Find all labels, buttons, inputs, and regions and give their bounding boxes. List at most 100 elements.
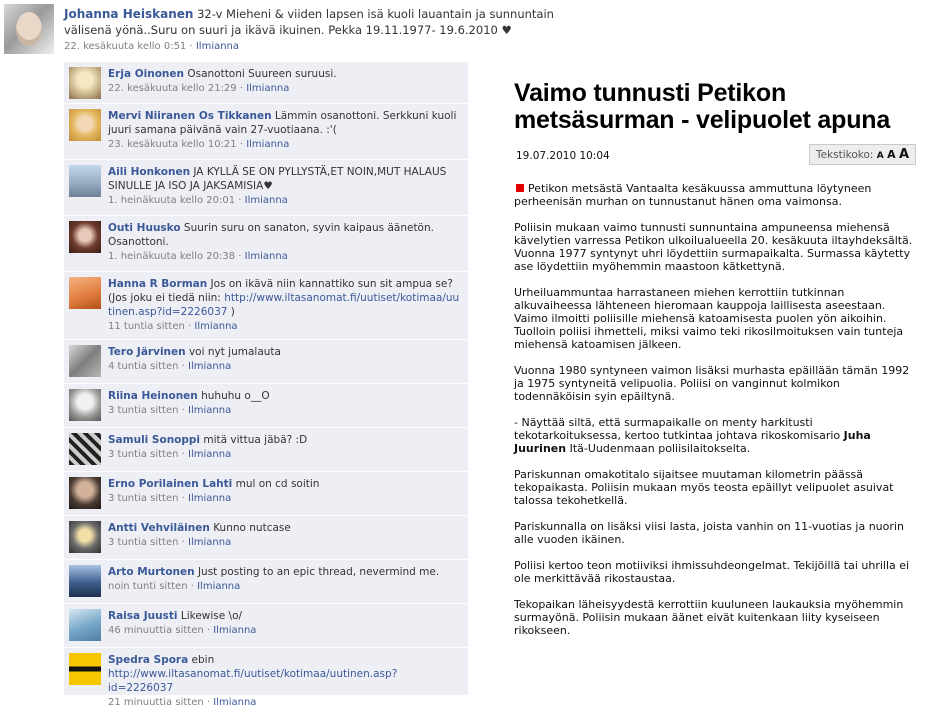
report-link[interactable]: Ilmianna xyxy=(188,449,231,460)
comment-author-link[interactable]: Riina Heinonen xyxy=(108,390,198,402)
report-link[interactable]: Ilmianna xyxy=(196,41,239,52)
comment-text-block: Antti Vehviläinen Kunno nutcase xyxy=(108,521,462,535)
status-author-link[interactable]: Johanna Heiskanen xyxy=(64,7,193,21)
comment-avatar[interactable] xyxy=(69,433,101,465)
comment-meta: 3 tuntia sitten · Ilmianna xyxy=(108,537,232,548)
comment-avatar[interactable] xyxy=(69,565,101,597)
report-link[interactable]: Ilmianna xyxy=(213,697,256,708)
comment-avatar[interactable] xyxy=(69,653,101,685)
comment-text: huhuhu o__O xyxy=(201,390,270,402)
comment-author-link[interactable]: Tero Järvinen xyxy=(108,346,186,358)
article-paragraph-text: Petikon metsästä Vantaalta kesäkuussa am… xyxy=(514,182,872,208)
comment-text-block: Aili Honkonen JA KYLLÄ SE ON PYLLYSTÄ,ET… xyxy=(108,165,462,193)
comment-author-link[interactable]: Erja Oinonen xyxy=(108,68,184,80)
comment-avatar[interactable] xyxy=(69,477,101,509)
comment-time: 46 minuuttia sitten xyxy=(108,625,204,636)
comment-text-block: Riina Heinonen huhuhu o__O xyxy=(108,389,462,403)
report-link[interactable]: Ilmianna xyxy=(245,195,288,206)
text-size-control: Tekstikoko: A A A xyxy=(808,144,916,165)
comment-item: Aili Honkonen JA KYLLÄ SE ON PYLLYSTÄ,ET… xyxy=(64,160,468,216)
comment-author-link[interactable]: Samuli Sonoppi xyxy=(108,434,200,446)
comment-meta: 11 tuntia sitten · Ilmianna xyxy=(108,321,238,332)
comment-item: Raisa Juusti Likewise \o/ 46 minuuttia s… xyxy=(64,604,468,648)
text-size-medium-button[interactable]: A xyxy=(887,148,896,161)
report-link[interactable]: Ilmianna xyxy=(188,493,231,504)
comment-author-link[interactable]: Outi Huusko xyxy=(108,222,181,234)
avatar[interactable] xyxy=(4,4,54,54)
comment-text: voi nyt jumalauta xyxy=(188,346,281,358)
comment-text: Likewise \o/ xyxy=(180,610,243,622)
comment-text-tail: ) xyxy=(230,306,235,318)
comment-text-block: Samuli Sonoppi mitä vittua jäbä? :D xyxy=(108,433,462,447)
comment-author-link[interactable]: Spedra Spora xyxy=(108,654,188,666)
comment-time: 21 minuuttia sitten xyxy=(108,697,204,708)
comment-avatar[interactable] xyxy=(69,109,101,141)
report-link[interactable]: Ilmianna xyxy=(246,83,289,94)
report-link[interactable]: Ilmianna xyxy=(213,625,256,636)
comment-time: 11 tuntia sitten xyxy=(108,321,185,332)
comment-author-link[interactable]: Aili Honkonen xyxy=(108,166,190,178)
comment-time: 1. heinäkuuta kello 20:01 xyxy=(108,195,236,206)
comment-text-block: Erno Porilainen Lahti mul on cd soitin xyxy=(108,477,462,491)
comment-time: 3 tuntia sitten xyxy=(108,405,179,416)
comment-item: Arto Murtonen Just posting to an epic th… xyxy=(64,560,468,604)
comment-avatar[interactable] xyxy=(69,277,101,309)
article-link[interactable]: http://www.iltasanomat.fi/uutiset/kotima… xyxy=(108,668,397,694)
comment-avatar[interactable] xyxy=(69,165,101,197)
report-link[interactable]: Ilmianna xyxy=(194,321,237,332)
comment-item: Riina Heinonen huhuhu o__O 3 tuntia sitt… xyxy=(64,384,468,428)
comment-time: noin tunti sitten xyxy=(108,581,188,592)
report-link[interactable]: Ilmianna xyxy=(246,139,289,150)
report-link[interactable]: Ilmianna xyxy=(188,537,231,548)
comment-meta: 23. kesäkuuta kello 10:21 · Ilmianna xyxy=(108,139,290,150)
report-link[interactable]: Ilmianna xyxy=(197,581,240,592)
comment-avatar[interactable] xyxy=(69,67,101,99)
comment-author-link[interactable]: Mervi Niiranen Os Tikkanen xyxy=(108,110,272,122)
text-size-large-button[interactable]: A xyxy=(899,147,909,162)
article-paragraph: Poliisin mukaan vaimo tunnusti sunnuntai… xyxy=(514,221,913,273)
comment-text-block: Erja Oinonen Osanottoni Suureen suruusi. xyxy=(108,67,462,81)
report-link[interactable]: Ilmianna xyxy=(245,251,288,262)
comment-text: mul on cd soitin xyxy=(235,478,320,490)
comment-item: Samuli Sonoppi mitä vittua jäbä? :D 3 tu… xyxy=(64,428,468,472)
comment-avatar[interactable] xyxy=(69,221,101,253)
status-body: Johanna Heiskanen 32-v Mieheni & viiden … xyxy=(64,6,564,55)
comment-avatar[interactable] xyxy=(69,521,101,553)
comment-meta: 4 tuntia sitten · Ilmianna xyxy=(108,361,232,372)
comment-text-block: Hanna R Borman Jos on ikävä niin kannatt… xyxy=(108,277,462,319)
article-paragraph: Petikon metsästä Vantaalta kesäkuussa am… xyxy=(514,182,916,208)
comment-meta: 21 minuuttia sitten · Ilmianna xyxy=(108,697,257,708)
article-paragraph: Pariskunnan omakotitalo sijaitsee muutam… xyxy=(514,468,894,507)
comment-author-link[interactable]: Erno Porilainen Lahti xyxy=(108,478,232,490)
comment-author-link[interactable]: Hanna R Borman xyxy=(108,278,207,290)
comment-item: Spedra Spora ebin http://www.iltasanomat.… xyxy=(64,648,468,708)
comment-meta: 22. kesäkuuta kello 21:29 · Ilmianna xyxy=(108,83,290,94)
comment-time: 22. kesäkuuta kello 21:29 xyxy=(108,83,237,94)
comment-meta: 3 tuntia sitten · Ilmianna xyxy=(108,493,232,504)
article-paragraph-text: Itä-Uudenmaan poliisilaitokselta. xyxy=(569,442,751,455)
comment-text-block: Mervi Niiranen Os Tikkanen Lämmin osanot… xyxy=(108,109,462,137)
news-article: Vaimo tunnusti Petikon metsäsurman - vel… xyxy=(514,80,916,650)
article-paragraph: Vuonna 1980 syntyneen vaimon lisäksi mur… xyxy=(514,364,910,403)
article-paragraph: Tekopaikan läheisyydestä kerrottiin kuul… xyxy=(514,598,904,637)
report-link[interactable]: Ilmianna xyxy=(188,361,231,372)
comment-avatar[interactable] xyxy=(69,609,101,641)
comment-text-block: Tero Järvinen voi nyt jumalauta xyxy=(108,345,462,359)
comment-avatar[interactable] xyxy=(69,345,101,377)
comment-author-link[interactable]: Arto Murtonen xyxy=(108,566,195,578)
comment-item: Antti Vehviläinen Kunno nutcase 3 tuntia… xyxy=(64,516,468,560)
article-paragraph: Poliisi kertoo teon motiiviksi ihmissuhd… xyxy=(514,559,910,585)
comment-time: 3 tuntia sitten xyxy=(108,493,179,504)
text-size-small-button[interactable]: A xyxy=(877,151,884,161)
comment-item: Erno Porilainen Lahti mul on cd soitin 3… xyxy=(64,472,468,516)
comment-author-link[interactable]: Raisa Juusti xyxy=(108,610,178,622)
comment-meta: 3 tuntia sitten · Ilmianna xyxy=(108,449,232,460)
comment-text: Osanottoni Suureen suruusi. xyxy=(187,68,337,80)
article-paragraph: Urheiluammuntaa harrastaneen miehen kerr… xyxy=(514,286,904,351)
comment-author-link[interactable]: Antti Vehviläinen xyxy=(108,522,210,534)
comment-avatar[interactable] xyxy=(69,389,101,421)
article-date: 19.07.2010 10:04 xyxy=(516,150,610,162)
comment-item: Hanna R Borman Jos on ikävä niin kannatt… xyxy=(64,272,468,340)
article-paragraph: - Näyttää siltä, että surmapaikalle on m… xyxy=(514,416,916,455)
report-link[interactable]: Ilmianna xyxy=(188,405,231,416)
